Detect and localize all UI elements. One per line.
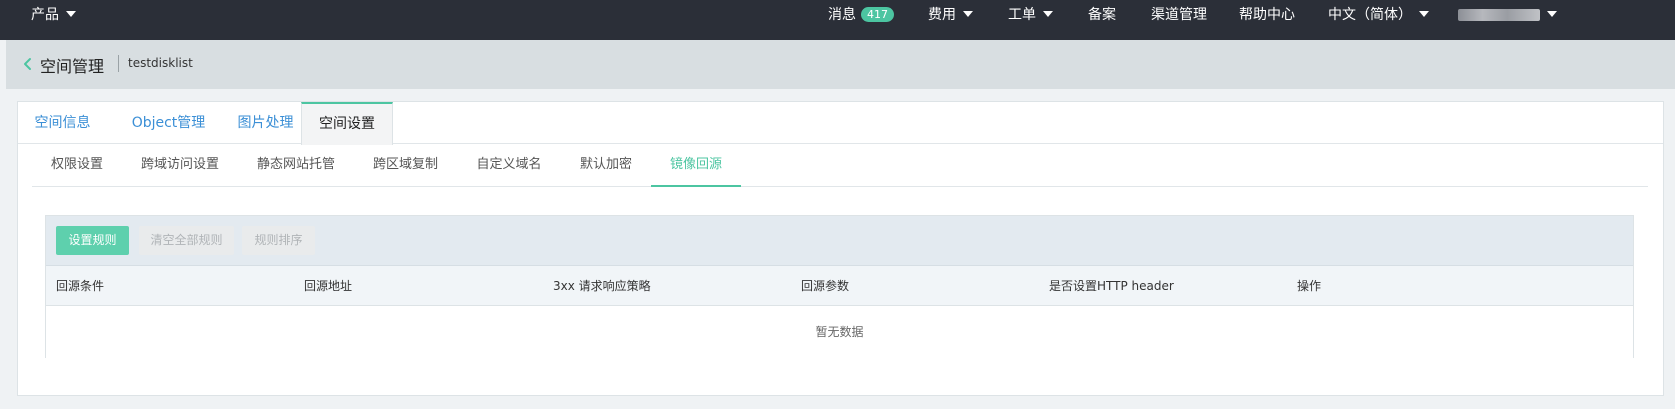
chevron-down-icon xyxy=(1547,11,1557,17)
main-tabs: 空间信息 Object管理 图片处理 空间设置 xyxy=(18,102,1663,145)
tickets-label: 工单 xyxy=(1008,7,1036,23)
help-center-link[interactable]: 帮助中心 xyxy=(1239,0,1295,30)
username-redacted xyxy=(1458,9,1540,21)
filing-label: 备案 xyxy=(1088,7,1116,23)
column-header: 3xx 请求响应策略 xyxy=(553,279,651,293)
messages-label: 消息 xyxy=(828,7,856,23)
settings-sub-tabs: 权限设置 跨域访问设置 静态网站托管 跨区域复制 自定义域名 默认加密 镜像回源 xyxy=(32,145,1648,187)
bucket-name: testdisklist xyxy=(128,56,193,70)
subtab-cors[interactable]: 跨域访问设置 xyxy=(122,145,238,187)
rules-toolbar: 设置规则 清空全部规则 规则排序 xyxy=(46,216,1633,266)
sort-rules-button[interactable]: 规则排序 xyxy=(242,226,315,255)
messages-count-badge: 417 xyxy=(861,6,894,22)
table-header: 回源条件 回源地址 3xx 请求响应策略 回源参数 是否设置HTTP heade… xyxy=(46,266,1633,306)
user-account-menu[interactable] xyxy=(1458,0,1557,30)
page-header: 空间管理 testdisklist xyxy=(6,40,1675,89)
billing-menu[interactable]: 费用 xyxy=(928,0,973,30)
chevron-down-icon xyxy=(1419,11,1429,17)
space-settings-panel: 空间信息 Object管理 图片处理 空间设置 权限设置 跨域访问设置 静态网站… xyxy=(17,101,1664,396)
products-menu[interactable]: 产品 xyxy=(31,0,76,30)
products-label: 产品 xyxy=(31,7,59,23)
column-header: 是否设置HTTP header xyxy=(1049,279,1174,293)
tab-image-processing[interactable]: 图片处理 xyxy=(230,102,301,144)
channel-management-link[interactable]: 渠道管理 xyxy=(1151,0,1207,30)
tab-space-settings[interactable]: 空间设置 xyxy=(301,102,393,145)
chevron-down-icon xyxy=(66,11,76,17)
subtab-custom-domain[interactable]: 自定义域名 xyxy=(457,145,561,187)
title-divider xyxy=(118,55,119,72)
subtab-cross-region-replication[interactable]: 跨区域复制 xyxy=(354,145,457,187)
tab-object-management[interactable]: Object管理 xyxy=(107,102,230,144)
tab-space-info[interactable]: 空间信息 xyxy=(18,102,107,144)
subtab-default-encryption[interactable]: 默认加密 xyxy=(561,145,651,187)
column-header: 回源条件 xyxy=(56,279,105,293)
messages-link[interactable]: 消息 417 xyxy=(828,0,894,30)
chevron-down-icon xyxy=(1043,11,1053,17)
page-title: 空间管理 xyxy=(40,57,105,76)
billing-label: 费用 xyxy=(928,7,956,23)
column-header: 回源地址 xyxy=(304,279,353,293)
filing-link[interactable]: 备案 xyxy=(1088,0,1116,30)
clear-all-rules-button[interactable]: 清空全部规则 xyxy=(139,226,234,255)
column-header: 操作 xyxy=(1297,279,1322,293)
set-rule-button[interactable]: 设置规则 xyxy=(56,226,129,255)
help-label: 帮助中心 xyxy=(1239,7,1295,23)
subtab-mirror-back-to-origin[interactable]: 镜像回源 xyxy=(651,145,741,187)
channel-label: 渠道管理 xyxy=(1151,7,1207,23)
back-arrow-icon[interactable] xyxy=(20,56,36,72)
language-label: 中文（简体） xyxy=(1328,7,1412,23)
language-menu[interactable]: 中文（简体） xyxy=(1328,0,1429,30)
empty-state-text: 暂无数据 xyxy=(46,307,1633,358)
top-navigation-bar: 产品 消息 417 费用 工单 备案 渠道管理 帮助中心 中文（简体） xyxy=(0,0,1675,40)
subtab-permissions[interactable]: 权限设置 xyxy=(32,145,122,187)
column-header: 回源参数 xyxy=(801,279,850,293)
subtab-static-website[interactable]: 静态网站托管 xyxy=(238,145,354,187)
chevron-down-icon xyxy=(963,11,973,17)
tickets-menu[interactable]: 工单 xyxy=(1008,0,1053,30)
mirror-rules-table: 设置规则 清空全部规则 规则排序 回源条件 回源地址 3xx 请求响应策略 回源… xyxy=(45,215,1634,358)
